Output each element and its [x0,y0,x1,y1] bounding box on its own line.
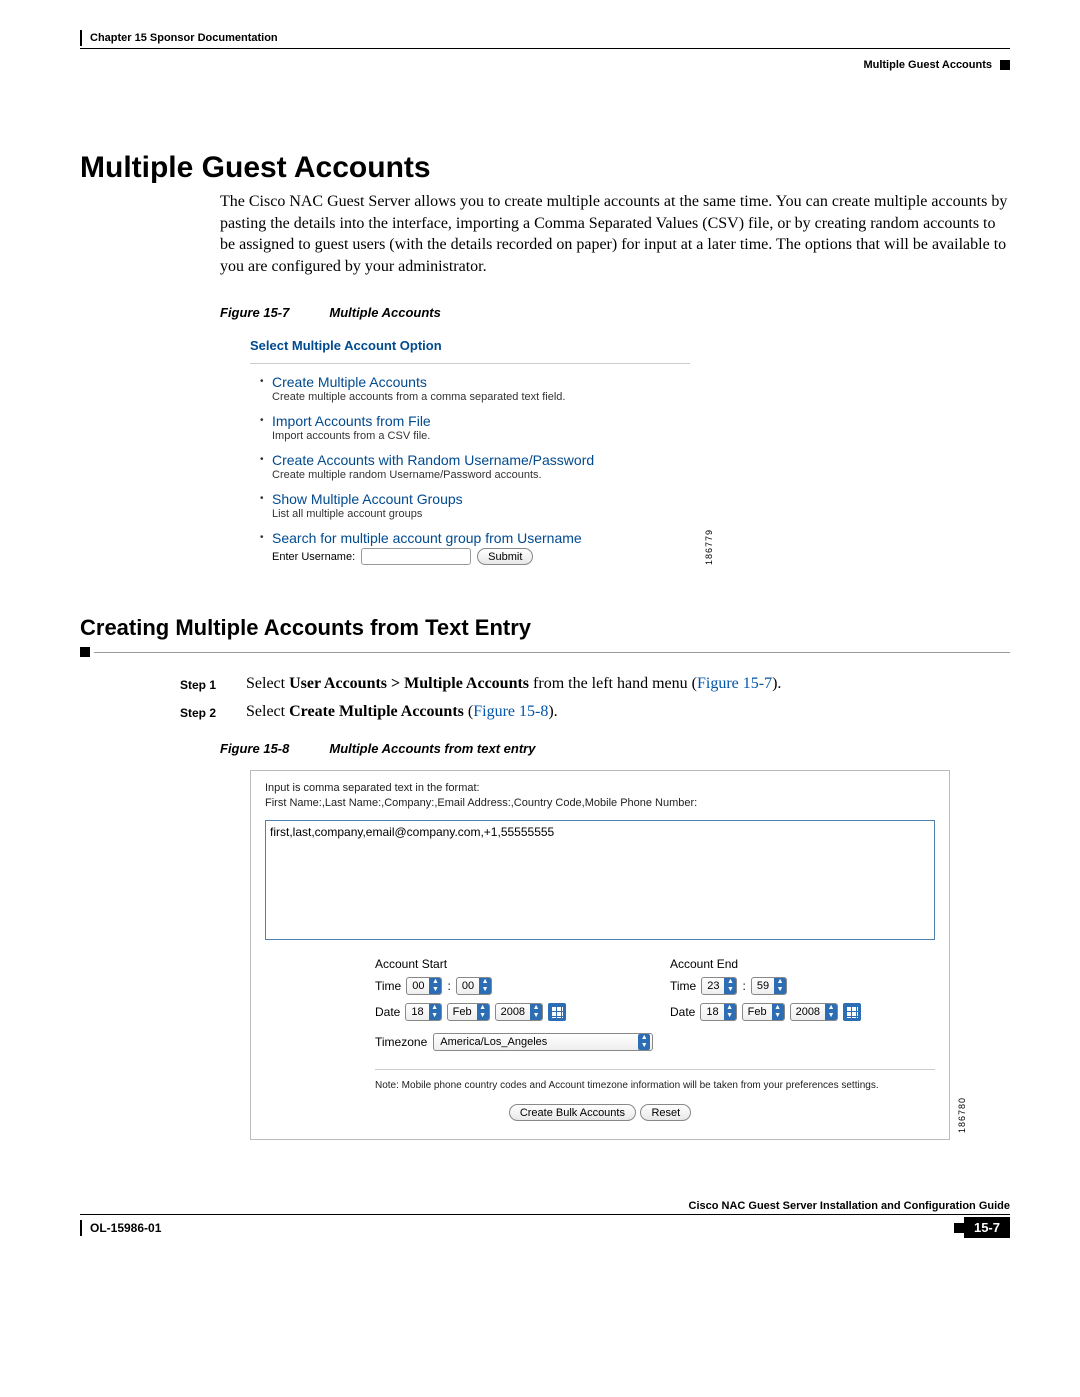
page-title: Multiple Guest Accounts [80,151,1010,185]
footer-square-icon [954,1223,964,1233]
submit-button[interactable]: Submit [477,548,533,565]
calendar-icon[interactable] [548,1003,566,1021]
step-2-text: Select Create Multiple Accounts (Figure … [246,703,558,721]
figure-7-caption: Figure 15-7 Multiple Accounts [220,305,1010,320]
start-hour-stepper[interactable]: 00▲▼ [406,977,442,995]
create-bulk-button[interactable]: Create Bulk Accounts [509,1104,636,1121]
intro-paragraph: The Cisco NAC Guest Server allows you to… [220,191,1010,277]
rule-square-icon [80,647,90,657]
header-rule-icon [80,30,82,46]
footer-rule-icon [80,1220,82,1236]
list-item: Create Accounts with Random Username/Pas… [260,452,690,481]
timezone-select[interactable]: America/Los_Angeles ▲▼ [433,1033,653,1051]
date-label: Date [670,1005,695,1019]
chapter-title: Chapter 15 Sponsor Documentation [90,32,278,44]
link-import-file[interactable]: Import Accounts from File [272,413,690,429]
figure-8-caption: Figure 15-8 Multiple Accounts from text … [220,741,1010,756]
figure-8-title: Multiple Accounts from text entry [329,741,535,756]
figure-ref-15-7[interactable]: Figure 15-7 [697,675,772,692]
date-label: Date [375,1005,400,1019]
time-label: Time [375,979,401,993]
figure-8-panel: Input is comma separated text in the for… [250,770,950,1140]
start-year-stepper[interactable]: 2008▲▼ [495,1003,543,1021]
link-desc: List all multiple account groups [272,508,690,520]
header-square-icon [1000,60,1010,70]
step-1-label: Step 1 [180,675,228,693]
end-year-stepper[interactable]: 2008▲▼ [790,1003,838,1021]
footer-guide-title: Cisco NAC Guest Server Installation and … [80,1200,1010,1215]
section-heading: Creating Multiple Accounts from Text Ent… [80,615,1010,641]
figure-ref-15-8[interactable]: Figure 15-8 [473,703,548,720]
input-hint-2: First Name:,Last Name:,Company:,Email Ad… [265,796,935,810]
start-day-stepper[interactable]: 18▲▼ [405,1003,441,1021]
list-item: Import Accounts from File Import account… [260,413,690,442]
footer-doc-id: OL-15986-01 [90,1221,161,1235]
figure-7-title: Multiple Accounts [329,305,440,320]
bulk-input-textarea[interactable] [265,820,935,940]
figure-7-label: Figure 15-7 [220,305,289,320]
list-item: Create Multiple Accounts Create multiple… [260,374,690,403]
link-desc: Create multiple random Username/Password… [272,469,690,481]
section-title: Multiple Guest Accounts [863,59,992,71]
step-1-text: Select User Accounts > Multiple Accounts… [246,675,781,693]
input-hint-1: Input is comma separated text in the for… [265,781,935,795]
preferences-note: Note: Mobile phone country codes and Acc… [375,1080,935,1091]
account-end-label: Account End [670,957,935,971]
figure-8-id: 186780 [957,1097,967,1133]
link-search-group[interactable]: Search for multiple account group from U… [272,530,690,546]
end-month-stepper[interactable]: Feb▲▼ [742,1003,785,1021]
figure-7-panel: Select Multiple Account Option Create Mu… [250,338,690,565]
link-desc: Create multiple accounts from a comma se… [272,391,690,403]
divider [375,1069,935,1070]
account-start-label: Account Start [375,957,640,971]
page-number: 15-7 [964,1217,1010,1238]
link-desc: Import accounts from a CSV file. [272,430,690,442]
rule-line [94,652,1010,653]
step-2-label: Step 2 [180,703,228,721]
figure-7-id: 186779 [704,529,714,565]
calendar-icon[interactable] [843,1003,861,1021]
end-day-stepper[interactable]: 18▲▼ [700,1003,736,1021]
figure-8-label: Figure 15-8 [220,741,289,756]
search-label: Enter Username: [272,551,355,563]
start-min-stepper[interactable]: 00▲▼ [456,977,492,995]
link-random-accounts[interactable]: Create Accounts with Random Username/Pas… [272,452,690,468]
link-show-groups[interactable]: Show Multiple Account Groups [272,491,690,507]
reset-button[interactable]: Reset [640,1104,691,1121]
panel-title: Select Multiple Account Option [250,338,690,364]
timezone-label: Timezone [375,1035,427,1049]
list-item: Show Multiple Account Groups List all mu… [260,491,690,520]
time-label: Time [670,979,696,993]
username-input[interactable] [361,548,471,565]
end-min-stepper[interactable]: 59▲▼ [751,977,787,995]
start-month-stepper[interactable]: Feb▲▼ [447,1003,490,1021]
link-create-multiple[interactable]: Create Multiple Accounts [272,374,690,390]
list-item: Search for multiple account group from U… [260,530,690,565]
end-hour-stepper[interactable]: 23▲▼ [701,977,737,995]
